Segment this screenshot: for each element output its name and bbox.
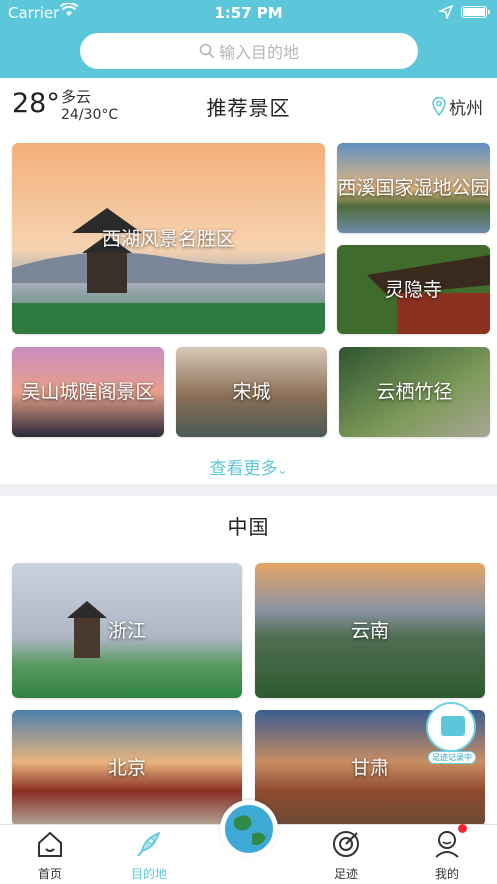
spot-name: 灵隐寺 (384, 278, 442, 301)
location-arrow-icon (439, 5, 453, 19)
tab-footprint[interactable]: 足迹 (311, 825, 381, 884)
search-placeholder: 输入目的地 (218, 43, 299, 62)
spot-name: 宋城 (232, 381, 271, 403)
user-icon (435, 831, 459, 858)
recording-caption: 足迹记录中 (428, 751, 476, 764)
spot-name: 吴山城隍阁景区 (21, 381, 155, 403)
home-icon (38, 831, 62, 857)
section-divider (0, 484, 497, 496)
footprint-target-icon (333, 831, 359, 857)
clock: 1:57 PM (214, 4, 283, 22)
city-name: 杭州 (449, 99, 483, 119)
spot-card-lingyin[interactable]: 灵隐寺 (337, 245, 490, 334)
globe-icon (223, 803, 275, 855)
spot-card-yunqi[interactable]: 云栖竹径 (339, 347, 490, 437)
spot-card-west-lake[interactable]: 西湖风景名胜区 (12, 143, 325, 334)
china-section-title: 中国 (227, 515, 270, 539)
tab-label: 首页 (37, 867, 62, 881)
spot-card-wushan[interactable]: 吴山城隍阁景区 (12, 347, 164, 437)
view-more-label: 查看更多 (209, 459, 278, 479)
tab-home[interactable]: 首页 (15, 825, 85, 884)
province-name: 云南 (350, 619, 389, 642)
chevron-down-icon: ⌄ (277, 463, 288, 477)
search-icon (199, 43, 215, 59)
footprint-record-button[interactable] (426, 702, 476, 752)
province-card-yunnan[interactable]: 云南 (255, 563, 485, 698)
location-pin-icon (432, 97, 446, 116)
province-card-zhejiang[interactable]: 浙江 (12, 563, 242, 698)
province-name: 北京 (107, 757, 146, 779)
notification-badge (458, 824, 467, 833)
weather-row: 28° 多云 24/30°C 推荐景区 杭州 (0, 80, 497, 132)
tab-globe[interactable] (220, 800, 278, 858)
city-selector[interactable]: 杭州 (432, 94, 483, 119)
tab-mine[interactable]: 我的 (412, 825, 482, 884)
battery-icon (461, 6, 490, 18)
province-card-beijing[interactable]: 北京 (12, 710, 242, 826)
tab-destination[interactable]: 目的地 (114, 825, 184, 884)
rocket-icon (137, 831, 161, 857)
recommend-title: 推荐景区 (206, 96, 291, 120)
tab-label: 我的 (434, 867, 459, 881)
spot-name: 云栖竹径 (376, 381, 453, 403)
search-input[interactable]: 输入目的地 (80, 33, 418, 69)
tab-label: 目的地 (130, 867, 167, 881)
spot-card-songcheng[interactable]: 宋城 (176, 347, 327, 437)
spot-name: 西湖风景名胜区 (101, 227, 235, 250)
video-camera-icon (441, 716, 465, 736)
top-header: Carrier 1:57 PM 输入目的地 (0, 0, 497, 78)
spot-name: 西溪国家湿地公园 (337, 177, 490, 199)
tab-label: 足迹 (333, 867, 358, 881)
spot-card-xixi[interactable]: 西溪国家湿地公园 (337, 143, 490, 233)
view-more-link[interactable]: 查看更多⌄ (0, 454, 497, 479)
province-name: 浙江 (107, 619, 146, 642)
status-bar: Carrier 1:57 PM (0, 0, 497, 26)
